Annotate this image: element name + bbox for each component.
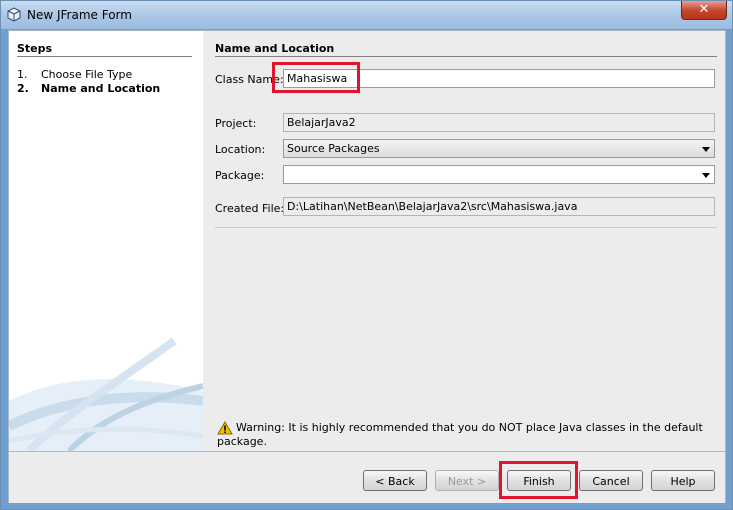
dialog-window: New JFrame Form ✕ Steps 1. Choose File Ty… <box>0 0 733 510</box>
location-label: Location: <box>215 143 266 156</box>
package-label: Package: <box>215 169 265 182</box>
title-bar[interactable]: New JFrame Form ✕ <box>1 1 732 29</box>
created-file-label: Created File: <box>215 202 285 215</box>
step-item-current: 2. Name and Location <box>17 82 160 95</box>
app-cube-icon <box>7 7 21 22</box>
project-field: BelajarJava2 <box>283 113 715 132</box>
step-item: 1. Choose File Type <box>17 68 132 81</box>
name-location-panel: Name and Location Class Name: Mahasiswa … <box>203 31 725 451</box>
step-label: Name and Location <box>41 82 161 95</box>
warning-text: Warning: It is highly recommended that y… <box>217 421 703 448</box>
step-number: 2. <box>17 82 29 95</box>
button-bar: < Back Next > Finish Cancel Help <box>9 451 725 503</box>
steps-panel: Steps 1. Choose File Type 2. Name and Loca… <box>9 31 203 451</box>
chevron-down-icon <box>702 147 710 152</box>
location-value: Source Packages <box>287 142 380 155</box>
next-button[interactable]: Next > <box>435 470 499 491</box>
panel-divider <box>215 56 717 57</box>
window-title: New JFrame Form <box>27 8 132 22</box>
warning-triangle-icon <box>217 421 233 435</box>
help-button[interactable]: Help <box>651 470 715 491</box>
back-button[interactable]: < Back <box>363 470 427 491</box>
created-file-field: D:\Latihan\NetBean\BelajarJava2\src\Maha… <box>283 197 715 216</box>
chevron-down-icon <box>702 173 710 178</box>
package-select[interactable] <box>283 165 715 184</box>
close-icon: ✕ <box>698 2 710 17</box>
warning-message: Warning: It is highly recommended that y… <box>217 421 725 448</box>
panel-heading: Name and Location <box>215 42 335 55</box>
class-name-highlight <box>272 62 360 93</box>
steps-heading: Steps <box>17 42 53 55</box>
step-number: 1. <box>17 68 28 81</box>
dialog-content: Steps 1. Choose File Type 2. Name and Loca… <box>8 30 726 503</box>
cancel-button[interactable]: Cancel <box>579 470 643 491</box>
section-divider <box>215 227 717 228</box>
close-button[interactable]: ✕ <box>681 1 727 20</box>
project-label: Project: <box>215 117 257 130</box>
finish-highlight <box>499 461 578 499</box>
wizard-swoosh-graphic <box>9 337 203 451</box>
location-select[interactable]: Source Packages <box>283 139 715 158</box>
steps-divider <box>17 56 192 57</box>
step-label: Choose File Type <box>41 68 133 81</box>
